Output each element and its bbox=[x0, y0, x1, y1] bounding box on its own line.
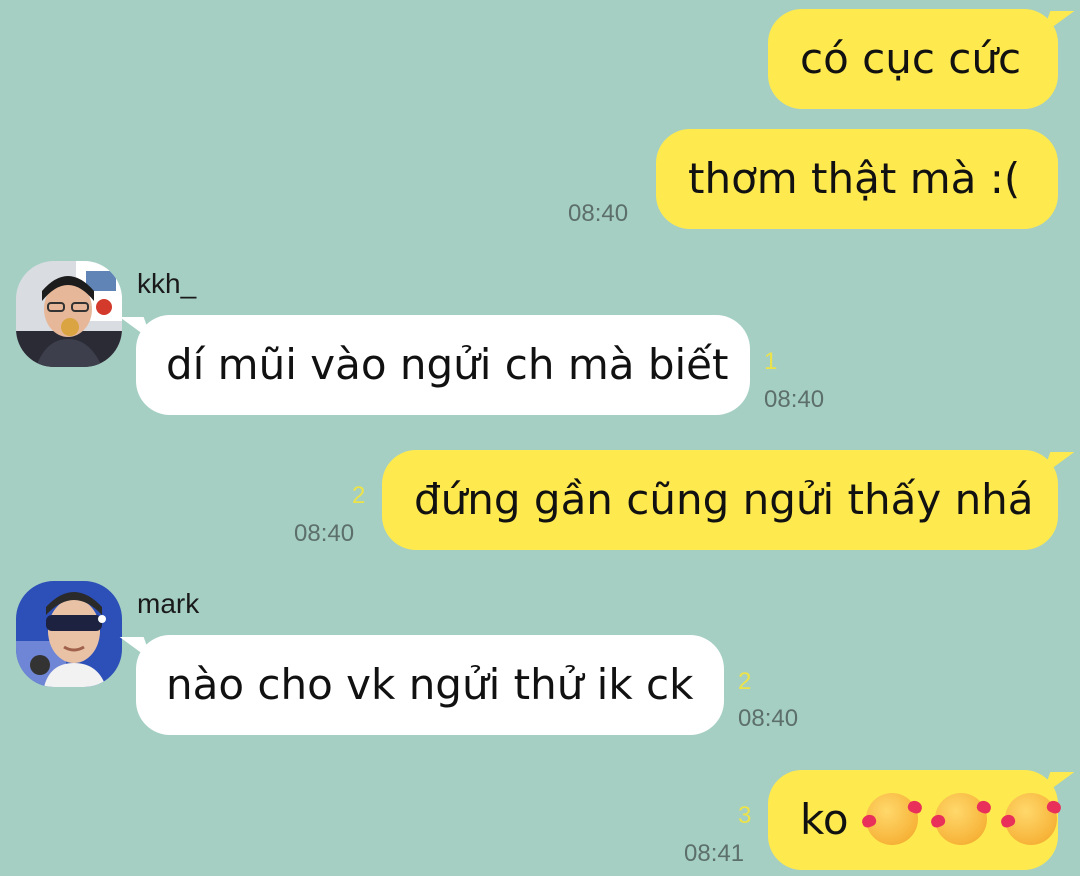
smiling-face-with-hearts-icon bbox=[865, 792, 918, 845]
message-text: thơm thật mà :( bbox=[688, 154, 1021, 203]
message-text: dí mũi vào ngửi ch mà biết bbox=[166, 340, 729, 389]
bubble-tail bbox=[1041, 452, 1075, 476]
message-timestamp: 08:40 bbox=[738, 705, 799, 732]
sent-message[interactable]: thơm thật mà :( bbox=[656, 129, 1058, 229]
avatar[interactable] bbox=[16, 581, 122, 687]
sender-name: kkh_ bbox=[137, 268, 197, 299]
smiling-face-with-hearts-icon bbox=[935, 792, 988, 845]
chat-window: có cục cức thơm thật mà :( 08:40 kkh_ dí… bbox=[0, 0, 1080, 876]
sent-message[interactable]: đứng gần cũng ngửi thấy nhá bbox=[382, 450, 1075, 550]
unread-count: 1 bbox=[764, 348, 778, 375]
sent-message[interactable]: ko bbox=[768, 770, 1075, 870]
bubble-tail bbox=[119, 317, 153, 341]
avatar-image bbox=[16, 581, 122, 687]
smiling-face-with-hearts-icon bbox=[1004, 792, 1057, 845]
bubble-tail bbox=[119, 637, 153, 661]
message-text: ko bbox=[800, 795, 849, 844]
message-text: có cục cức bbox=[800, 34, 1022, 83]
unread-count: 2 bbox=[738, 668, 752, 695]
unread-count: 3 bbox=[738, 802, 752, 829]
received-message[interactable]: dí mũi vào ngửi ch mà biết bbox=[119, 315, 750, 415]
sender-name: mark bbox=[137, 588, 200, 619]
message-timestamp: 08:40 bbox=[764, 386, 825, 413]
avatar[interactable] bbox=[16, 261, 122, 367]
message-text: đứng gần cũng ngửi thấy nhá bbox=[414, 475, 1034, 524]
message-timestamp: 08:40 bbox=[294, 520, 355, 547]
message-timestamp: 08:40 bbox=[568, 200, 629, 227]
message-timestamp: 08:41 bbox=[684, 840, 745, 867]
received-message[interactable]: nào cho vk ngửi thử ik ck bbox=[119, 635, 724, 735]
bubble-tail bbox=[1041, 772, 1075, 796]
unread-count: 2 bbox=[352, 482, 366, 509]
avatar-image bbox=[16, 261, 122, 367]
sent-message[interactable]: có cục cức bbox=[768, 9, 1075, 109]
bubble-tail bbox=[1041, 11, 1075, 35]
message-text: nào cho vk ngửi thử ik ck bbox=[166, 660, 694, 709]
